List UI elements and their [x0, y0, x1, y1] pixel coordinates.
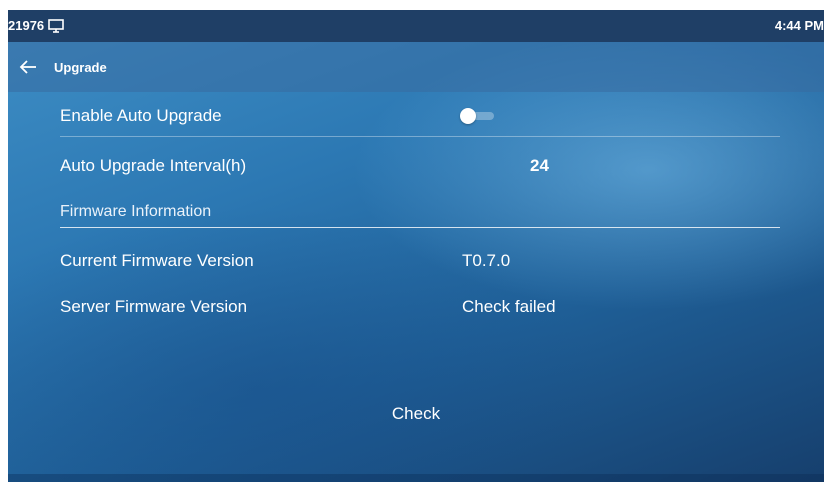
current-firmware-value: T0.7.0	[462, 251, 511, 270]
divider	[60, 136, 780, 137]
interval-label: Auto Upgrade Interval(h)	[60, 156, 247, 175]
status-time: 4:44 PM	[774, 18, 824, 33]
server-firmware-row: Server Firmware Version Check failed	[60, 287, 780, 327]
check-button[interactable]: Check	[376, 396, 456, 432]
monitor-icon	[48, 18, 64, 33]
auto-upgrade-toggle[interactable]	[460, 108, 500, 124]
status-left: 21976	[8, 18, 64, 33]
interval-row[interactable]: Auto Upgrade Interval(h) 24	[60, 146, 780, 186]
interval-value[interactable]: 24	[530, 156, 549, 176]
server-firmware-label: Server Firmware Version	[60, 297, 248, 316]
status-bar: 21976 4:44 PM	[8, 10, 824, 42]
arrow-left-icon[interactable]	[8, 42, 48, 92]
bottom-strip	[8, 474, 824, 482]
auto-upgrade-label: Enable Auto Upgrade	[60, 106, 222, 125]
toggle-knob	[460, 108, 476, 124]
page-title: Upgrade	[54, 59, 107, 75]
section-divider	[60, 227, 780, 228]
server-firmware-value: Check failed	[462, 297, 556, 316]
firmware-section-title: Firmware Information	[60, 203, 212, 220]
extension-number: 21976	[8, 18, 45, 33]
current-firmware-label: Current Firmware Version	[60, 251, 254, 270]
title-bar: Upgrade	[8, 42, 824, 92]
upgrade-screen: 21976 4:44 PM Upgrade Enable Auto Upgrad…	[8, 10, 824, 482]
auto-upgrade-row[interactable]: Enable Auto Upgrade	[60, 96, 780, 136]
current-firmware-row: Current Firmware Version T0.7.0	[60, 241, 780, 281]
